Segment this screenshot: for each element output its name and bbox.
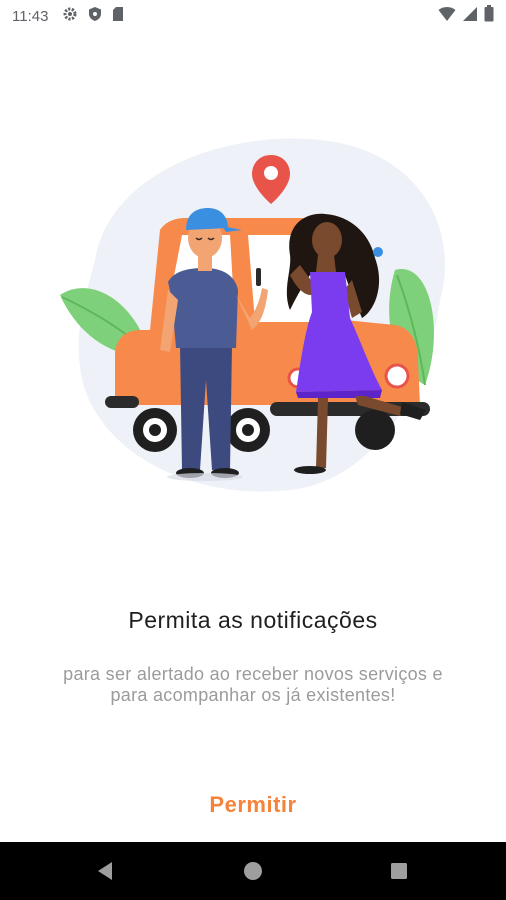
back-icon <box>98 862 112 880</box>
wifi-icon <box>438 6 456 27</box>
status-bar: 11:43 <box>0 0 506 32</box>
status-time: 11:43 <box>12 7 49 25</box>
recents-button[interactable] <box>364 842 434 900</box>
page-subtitle: para ser alertado ao receber novos servi… <box>63 664 443 705</box>
back-button[interactable] <box>70 842 140 900</box>
gear-icon <box>62 6 78 27</box>
car-couple-illustration <box>0 120 506 510</box>
battery-icon <box>484 5 494 27</box>
allow-button[interactable]: Permitir <box>153 785 353 825</box>
navigation-bar <box>0 842 506 900</box>
shield-icon <box>88 6 102 27</box>
signal-icon <box>462 6 478 27</box>
recents-icon <box>391 863 407 879</box>
page-title: Permita as notificações <box>128 607 378 633</box>
home-icon <box>244 862 262 880</box>
home-button[interactable] <box>218 842 288 900</box>
sd-card-icon <box>112 6 124 27</box>
